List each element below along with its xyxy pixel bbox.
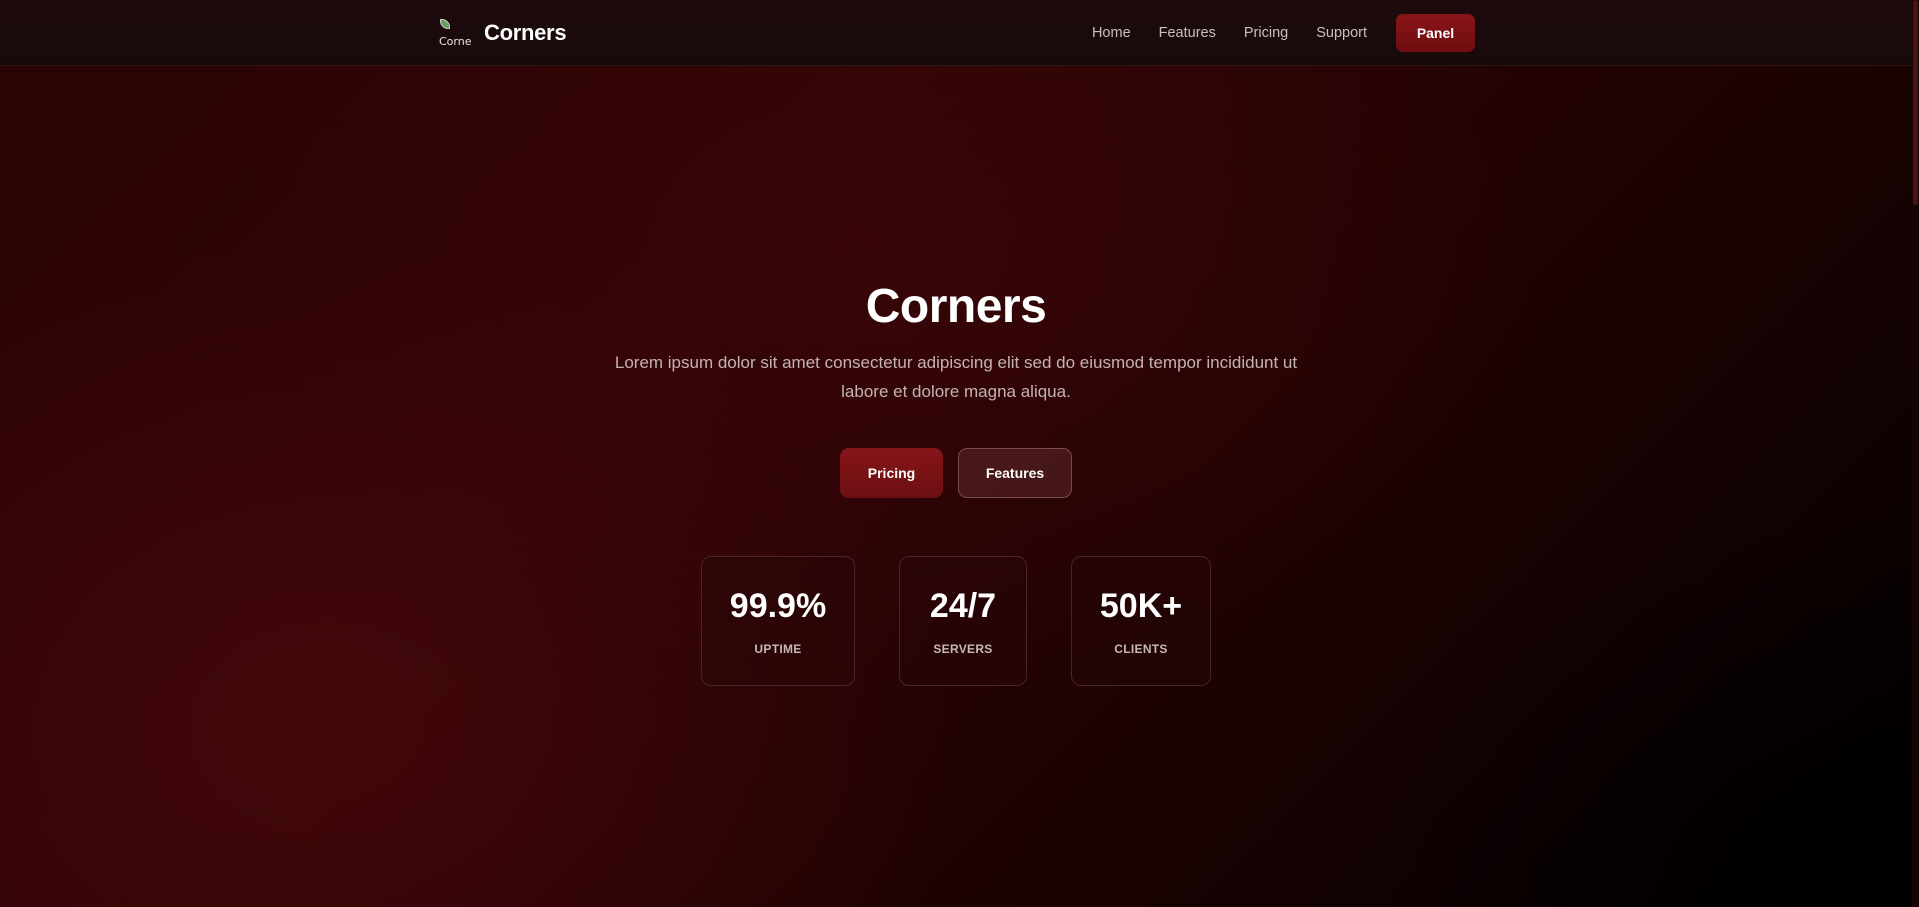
main-nav: Home Features Pricing Support Panel — [1092, 14, 1475, 52]
nav-link-home[interactable]: Home — [1092, 25, 1131, 41]
nav-link-support[interactable]: Support — [1316, 25, 1367, 41]
scrollbar-thumb[interactable] — [1913, 0, 1918, 205]
page: Corne Corners Home Features Pricing Supp… — [0, 0, 1919, 907]
stat-card-uptime: 99.9% UPTIME — [701, 556, 855, 686]
hero-description: Lorem ipsum dolor sit amet consectetur a… — [614, 353, 1298, 401]
stat-label: CLIENTS — [1114, 642, 1168, 656]
stat-card-clients: 50K+ CLIENTS — [1071, 556, 1211, 686]
hero-section: Corners Lorem ipsum dolor sit amet conse… — [0, 272, 1912, 686]
stat-label: UPTIME — [754, 642, 802, 656]
stat-card-servers: 24/7 SERVERS — [899, 556, 1027, 686]
hero-title: Corners — [865, 280, 1047, 333]
logo-alt-text: Corne — [439, 35, 472, 48]
brand[interactable]: Corne Corners — [438, 14, 567, 52]
stat-label: SERVERS — [933, 642, 993, 656]
stat-value: 50K+ — [1099, 587, 1183, 625]
pricing-button[interactable]: Pricing — [840, 448, 943, 498]
vertical-scrollbar[interactable] — [1912, 0, 1919, 907]
nav-link-pricing[interactable]: Pricing — [1244, 25, 1288, 41]
navbar: Corne Corners Home Features Pricing Supp… — [0, 0, 1912, 66]
panel-button[interactable]: Panel — [1396, 14, 1475, 52]
stat-value: 24/7 — [929, 587, 997, 625]
features-button[interactable]: Features — [958, 448, 1072, 498]
brand-name[interactable]: Corners — [484, 20, 567, 46]
nav-link-features[interactable]: Features — [1159, 25, 1216, 41]
stats-row: 99.9% UPTIME 24/7 SERVERS 50K+ CLIENTS — [0, 556, 1912, 686]
cta-row: Pricing Features — [0, 448, 1912, 498]
logo-broken-image-icon: Corne — [438, 17, 472, 49]
stat-value: 99.9% — [729, 587, 827, 625]
